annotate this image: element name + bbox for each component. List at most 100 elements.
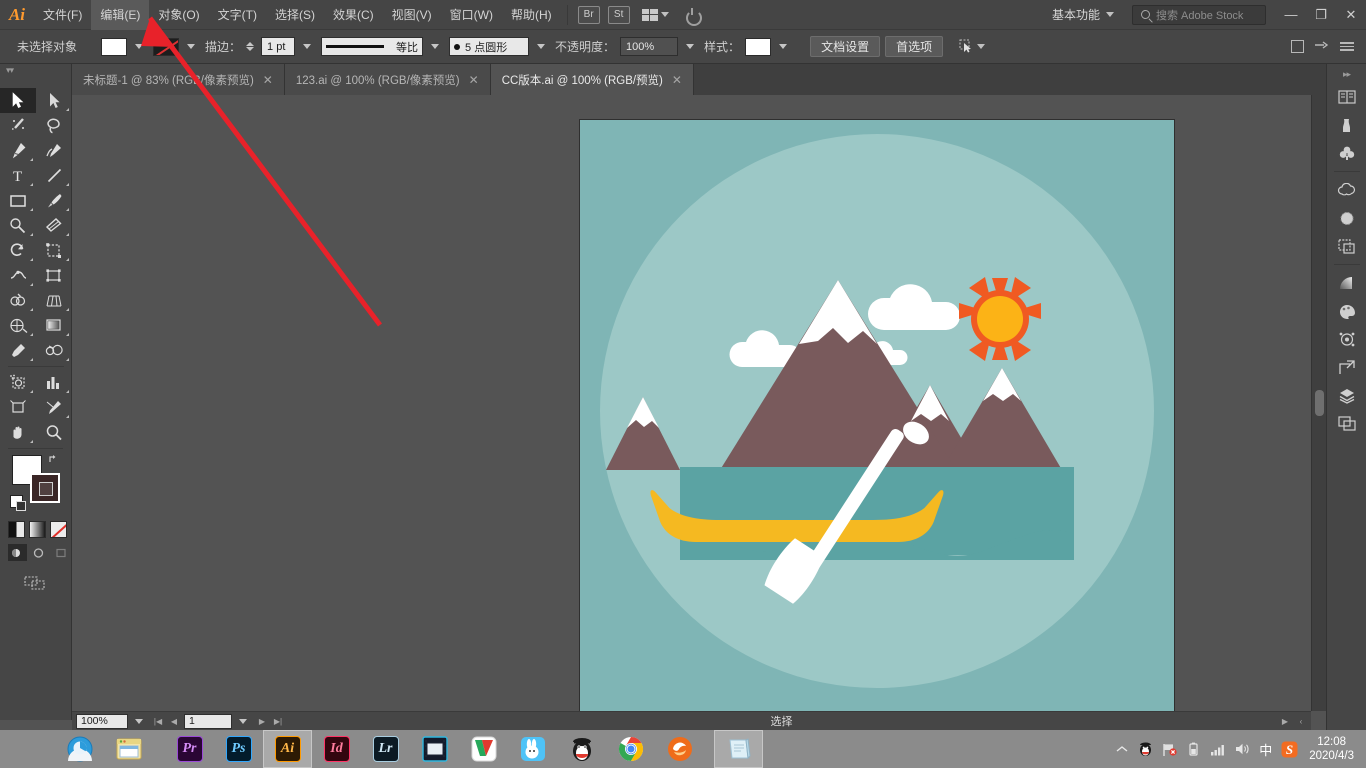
menu-edit[interactable]: 编辑(E) [91, 0, 150, 30]
close-icon[interactable]: ✕ [469, 73, 479, 87]
close-icon[interactable]: ✕ [263, 73, 273, 87]
full-screen-mode[interactable] [52, 544, 71, 561]
tray-sogou-icon[interactable]: S [1281, 741, 1298, 758]
first-artboard-button[interactable]: |◀ [152, 714, 164, 729]
chevron-down-icon[interactable] [686, 44, 695, 49]
stroke-weight-stepper[interactable] [246, 42, 255, 51]
edit-toolbar-button[interactable] [0, 561, 71, 591]
tray-volume-icon[interactable] [1233, 741, 1250, 758]
next-artboard-button[interactable]: ▶ [256, 714, 268, 729]
graphic-style-swatch[interactable] [745, 37, 772, 56]
scale-tool[interactable] [36, 238, 72, 263]
eyedropper-tool[interactable] [0, 338, 36, 363]
taskbar-firefox[interactable] [655, 730, 704, 768]
tray-qq-icon[interactable] [1137, 741, 1154, 758]
perspective-grid-tool[interactable] [36, 288, 72, 313]
direct-selection-tool[interactable] [36, 88, 72, 113]
pen-tool[interactable] [0, 138, 36, 163]
chevron-down-icon[interactable] [135, 718, 143, 724]
vertical-scrollbar[interactable] [1311, 95, 1326, 711]
swap-fill-stroke-icon[interactable] [48, 453, 60, 465]
shape-builder-tool[interactable] [0, 288, 36, 313]
width-tool[interactable] [0, 263, 36, 288]
taskbar-notepad[interactable] [714, 730, 763, 768]
symbols-panel-icon[interactable] [1331, 139, 1363, 167]
hand-tool[interactable] [0, 420, 36, 445]
line-segment-tool[interactable] [36, 163, 72, 188]
zoom-level-field[interactable]: 100% [76, 713, 128, 729]
slice-tool[interactable] [36, 395, 72, 420]
column-graph-tool[interactable] [36, 370, 72, 395]
close-button[interactable]: ✕ [1336, 0, 1366, 30]
eraser-tool[interactable] [36, 213, 72, 238]
taskbar-photoshop[interactable]: Ps [214, 730, 263, 768]
menu-view[interactable]: 视图(V) [383, 0, 441, 30]
select-similar-icon[interactable] [959, 39, 986, 54]
blend-tool[interactable] [36, 338, 72, 363]
mesh-tool[interactable] [0, 313, 36, 338]
chevron-down-icon[interactable] [431, 44, 440, 49]
canvas-area[interactable] [72, 95, 1311, 711]
stroke-weight-field[interactable]: 1 pt [261, 37, 296, 56]
chevron-down-icon[interactable] [779, 44, 788, 49]
stroke-profile-select[interactable]: 等比 [321, 37, 424, 56]
taskbar-lightroom[interactable]: Lr [361, 730, 410, 768]
taskbar-wps[interactable] [459, 730, 508, 768]
taskbar-chrome[interactable] [606, 730, 655, 768]
document-tab-cc-version[interactable]: CC版本.ai @ 100% (RGB/预览) ✕ [490, 64, 694, 95]
preferences-button[interactable]: 首选项 [885, 36, 944, 57]
shaper-tool[interactable] [0, 213, 36, 238]
none-mode-button[interactable] [50, 521, 67, 538]
lasso-tool[interactable] [36, 113, 72, 138]
artboard-number-field[interactable]: 1 [184, 713, 232, 729]
menu-object[interactable]: 对象(O) [149, 0, 208, 30]
artboards-panel-icon[interactable] [1331, 409, 1363, 437]
transform-panel-icon[interactable] [1314, 38, 1330, 55]
color-panel-icon[interactable] [1331, 204, 1363, 232]
restore-button[interactable]: ❐ [1306, 0, 1336, 30]
fill-color-swatch[interactable] [101, 37, 128, 56]
gradient-mode-button[interactable] [29, 521, 46, 538]
default-fill-stroke-icon[interactable] [10, 495, 26, 511]
panel-menu-icon[interactable] [1340, 42, 1354, 51]
taskbar-file-explorer[interactable] [104, 730, 153, 768]
sync-settings-icon[interactable] [683, 6, 702, 26]
chevron-down-icon[interactable] [187, 44, 196, 49]
opacity-field[interactable]: 100% [620, 37, 679, 56]
vertical-scroll-thumb[interactable] [1315, 390, 1324, 416]
prev-artboard-button[interactable]: ◀ [168, 714, 180, 729]
swatches-panel-icon[interactable] [1331, 232, 1363, 260]
brush-definition-select[interactable]: 5 点圆形 [449, 37, 530, 56]
layers-panel-icon[interactable] [1331, 381, 1363, 409]
transform-panel-icon[interactable] [1331, 353, 1363, 381]
stock-launch-icon[interactable]: St [607, 5, 630, 24]
curvature-tool[interactable] [36, 138, 72, 163]
tray-network-flag-icon[interactable] [1161, 741, 1178, 758]
taskbar-clock[interactable]: 12:08 2020/4/3 [1305, 735, 1358, 763]
taskbar-premiere[interactable]: Pr [165, 730, 214, 768]
color-mode-button[interactable] [8, 521, 25, 538]
document-tab-123[interactable]: 123.ai @ 100% (RGB/像素预览) ✕ [284, 64, 491, 95]
chevron-down-icon[interactable] [537, 44, 546, 49]
color-guide-panel-icon[interactable] [1331, 297, 1363, 325]
bridge-launch-icon[interactable]: Br [577, 5, 600, 24]
free-transform-tool[interactable] [36, 263, 72, 288]
menu-file[interactable]: 文件(F) [34, 0, 91, 30]
stroke-color-swatch[interactable] [153, 37, 180, 56]
status-resize-grip[interactable]: ‹ [1295, 714, 1307, 729]
paintbrush-tool[interactable] [36, 188, 72, 213]
taskbar-browser[interactable] [55, 730, 104, 768]
type-tool[interactable]: T [0, 163, 36, 188]
tray-show-hidden-icons[interactable] [1113, 741, 1130, 758]
taskbar-rabbit-app[interactable] [508, 730, 557, 768]
symbol-sprayer-tool[interactable] [0, 370, 36, 395]
chevron-down-icon[interactable] [303, 44, 312, 49]
stroke-color-swatch[interactable] [30, 473, 60, 503]
magic-wand-tool[interactable] [0, 113, 36, 138]
artboard-tool[interactable] [0, 395, 36, 420]
document-setup-button[interactable]: 文档设置 [810, 36, 881, 57]
appearance-panel-icon[interactable] [1331, 325, 1363, 353]
zoom-tool[interactable] [36, 420, 72, 445]
chevron-down-icon[interactable] [239, 718, 247, 724]
menu-effect[interactable]: 效果(C) [324, 0, 383, 30]
